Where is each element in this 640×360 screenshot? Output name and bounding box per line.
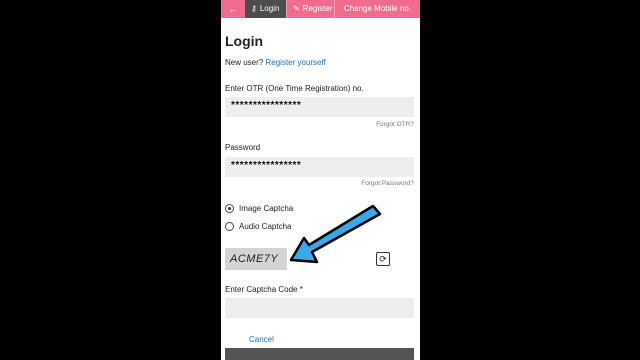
annotation-arrow-icon (289, 204, 382, 264)
